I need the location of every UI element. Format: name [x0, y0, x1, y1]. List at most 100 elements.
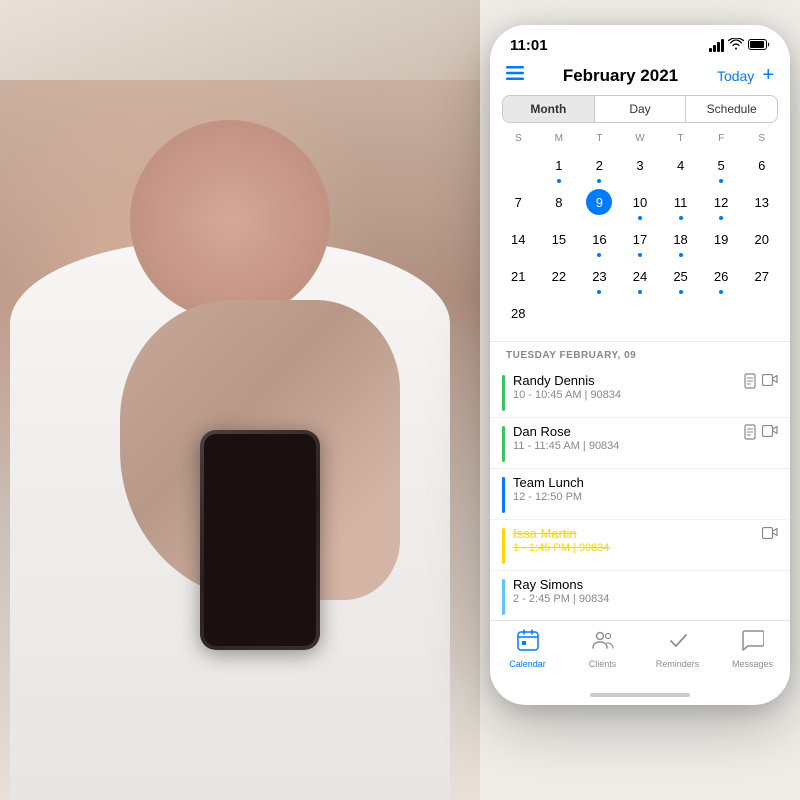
day-tab[interactable]: Day: [595, 96, 687, 122]
status-bar: 11:01: [490, 25, 790, 60]
clients-tab-icon: [592, 629, 614, 657]
day-2[interactable]: 2: [579, 150, 620, 185]
event-icons-1: [744, 373, 778, 392]
add-event-button[interactable]: +: [762, 64, 774, 87]
background-photo: [0, 0, 480, 800]
tab-calendar-label: Calendar: [509, 659, 546, 669]
schedule-section: TUESDAY FEBRUARY, 09 Randy Dennis 10 - 1…: [490, 342, 790, 620]
schedule-tab[interactable]: Schedule: [686, 96, 777, 122]
day-empty-6: [701, 298, 742, 333]
day-20[interactable]: 20: [741, 224, 782, 259]
header-fri: F: [701, 131, 742, 146]
day-15[interactable]: 15: [539, 224, 580, 259]
event-name-4: Issa Martin: [513, 526, 758, 541]
signal-icon: [709, 39, 724, 52]
messages-tab-icon: [742, 629, 764, 657]
event-time-2: 11 - 11:45 AM | 90834: [513, 440, 740, 452]
event-name-5: Ray Simons: [513, 577, 778, 592]
day-empty-4: [620, 298, 661, 333]
tab-bar: Calendar Clients Reminders: [490, 620, 790, 689]
day-empty-3: [579, 298, 620, 333]
event-ray-simons[interactable]: Ray Simons 2 - 2:45 PM | 90834: [490, 571, 790, 620]
neck: [130, 120, 330, 320]
tab-clients[interactable]: Clients: [565, 629, 640, 669]
day-6[interactable]: 6: [741, 150, 782, 185]
day-25[interactable]: 25: [660, 261, 701, 296]
day-23[interactable]: 23: [579, 261, 620, 296]
day-empty-5: [660, 298, 701, 333]
wifi-icon: [728, 38, 744, 53]
menu-icon[interactable]: [506, 66, 524, 85]
event-time-5: 2 - 2:45 PM | 90834: [513, 593, 778, 605]
calendar-header: February 2021 Today +: [490, 60, 790, 95]
week-2: 7 8 9 10 11 12 13: [498, 187, 782, 222]
tab-messages-label: Messages: [732, 659, 773, 669]
tab-reminders[interactable]: Reminders: [640, 629, 715, 669]
event-team-lunch[interactable]: Team Lunch 12 - 12:50 PM: [490, 469, 790, 520]
status-time: 11:01: [510, 37, 548, 54]
event-icons-2: [744, 424, 778, 443]
header-tue: T: [579, 131, 620, 146]
doc-icon-2: [744, 424, 758, 443]
day-8[interactable]: 8: [539, 187, 580, 222]
event-content-4: Issa Martin 1 - 1:45 PM | 90834: [513, 526, 758, 554]
header-wed: W: [620, 131, 661, 146]
day-14[interactable]: 14: [498, 224, 539, 259]
week-4: 21 22 23 24 25 26 27: [498, 261, 782, 296]
video-icon-2: [762, 424, 778, 443]
day-26[interactable]: 26: [701, 261, 742, 296]
tab-messages[interactable]: Messages: [715, 629, 790, 669]
event-bar-5: [502, 579, 505, 615]
day-4[interactable]: 4: [660, 150, 701, 185]
event-issa-martin[interactable]: Issa Martin 1 - 1:45 PM | 90834: [490, 520, 790, 571]
day-27[interactable]: 27: [741, 261, 782, 296]
day-13[interactable]: 13: [741, 187, 782, 222]
day-21[interactable]: 21: [498, 261, 539, 296]
schedule-date-header: TUESDAY FEBRUARY, 09: [490, 342, 790, 367]
day-11[interactable]: 11: [660, 187, 701, 222]
event-dan-rose[interactable]: Dan Rose 11 - 11:45 AM | 90834: [490, 418, 790, 469]
day-19[interactable]: 19: [701, 224, 742, 259]
day-10[interactable]: 10: [620, 187, 661, 222]
view-selector: Month Day Schedule: [502, 95, 778, 123]
day-3[interactable]: 3: [620, 150, 661, 185]
event-name-1: Randy Dennis: [513, 373, 740, 388]
event-randy-dennis[interactable]: Randy Dennis 10 - 10:45 AM | 90834: [490, 367, 790, 418]
tab-calendar[interactable]: Calendar: [490, 629, 565, 669]
schedule-list: Randy Dennis 10 - 10:45 AM | 90834 Dan R…: [490, 367, 790, 620]
calendar-title: February 2021: [563, 66, 678, 86]
tab-reminders-label: Reminders: [656, 659, 700, 669]
day-7[interactable]: 7: [498, 187, 539, 222]
day-empty-1: [498, 150, 539, 185]
day-1[interactable]: 1: [539, 150, 580, 185]
calendar-tab-icon: [517, 629, 539, 657]
status-icons: [709, 38, 770, 53]
day-16[interactable]: 16: [579, 224, 620, 259]
day-18[interactable]: 18: [660, 224, 701, 259]
week-5: 28: [498, 298, 782, 333]
event-bar-2: [502, 426, 505, 462]
event-name-3: Team Lunch: [513, 475, 778, 490]
day-17[interactable]: 17: [620, 224, 661, 259]
day-12[interactable]: 12: [701, 187, 742, 222]
video-icon-4: [762, 526, 778, 542]
month-tab[interactable]: Month: [503, 96, 595, 122]
today-button[interactable]: Today: [717, 68, 754, 84]
phone-frame: 11:01: [490, 25, 790, 705]
day-22[interactable]: 22: [539, 261, 580, 296]
calendar-grid: S M T W T F S 1 2 3 4 5 6 7 8 9 10 11 12…: [490, 131, 790, 335]
event-time-4: 1 - 1:45 PM | 90834: [513, 542, 758, 554]
event-content-5: Ray Simons 2 - 2:45 PM | 90834: [513, 577, 778, 605]
day-28[interactable]: 28: [498, 298, 539, 333]
doc-icon-1: [744, 373, 758, 392]
day-5[interactable]: 5: [701, 150, 742, 185]
day-24[interactable]: 24: [620, 261, 661, 296]
day-empty-7: [741, 298, 782, 333]
event-time-3: 12 - 12:50 PM: [513, 491, 778, 503]
event-bar-1: [502, 375, 505, 411]
event-name-2: Dan Rose: [513, 424, 740, 439]
reminders-tab-icon: [667, 629, 689, 657]
event-bar-3: [502, 477, 505, 513]
day-9-today[interactable]: 9: [579, 187, 620, 222]
header-thu: T: [660, 131, 701, 146]
